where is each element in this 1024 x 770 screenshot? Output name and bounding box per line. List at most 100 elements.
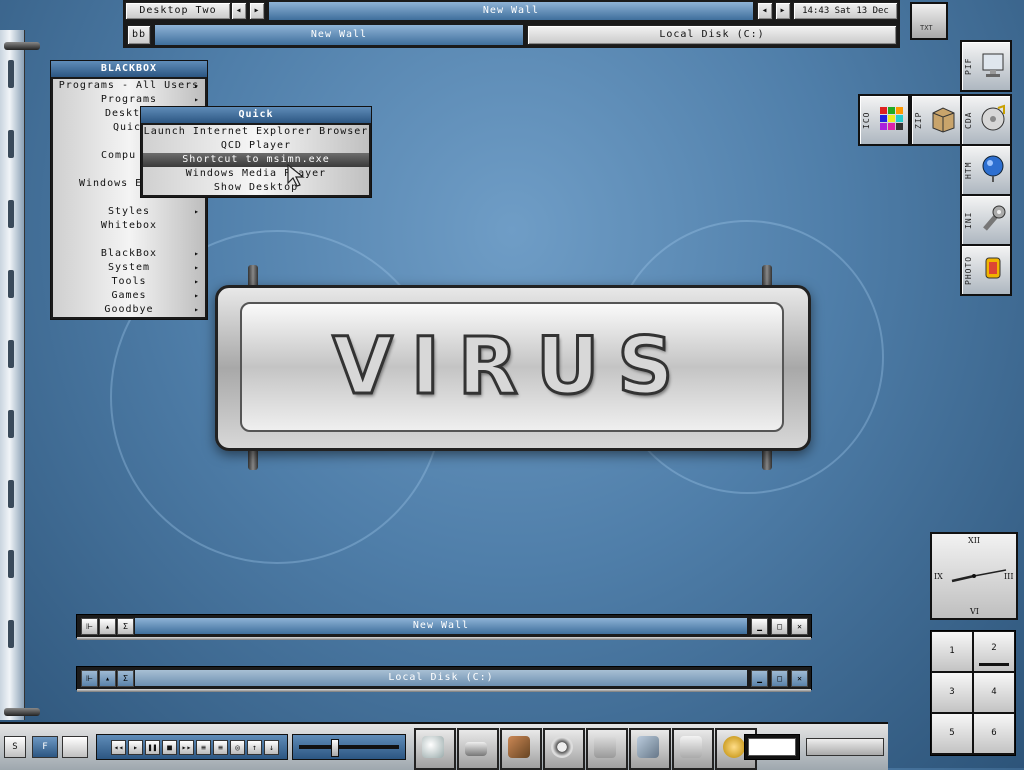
rail-slot bbox=[8, 270, 14, 298]
media-play-button[interactable]: ▸ bbox=[128, 740, 143, 755]
menu-item-msimn[interactable]: Shortcut to msimn.exe bbox=[143, 153, 369, 167]
rail-slot bbox=[8, 60, 14, 88]
window-menu-icon[interactable]: ⊩ bbox=[81, 670, 98, 687]
pager-desktop-3[interactable]: 3 bbox=[932, 673, 972, 712]
mouse-app-icon[interactable] bbox=[414, 728, 456, 770]
menu-item-label: Programs - All Users bbox=[58, 80, 200, 91]
media-repeat-button[interactable]: ◎ bbox=[230, 740, 245, 755]
toolbar-window-label[interactable]: New Wall bbox=[269, 2, 753, 20]
icon-label: ICO bbox=[862, 111, 871, 129]
workspace-prev-button[interactable]: ◂ bbox=[231, 2, 247, 20]
window-new-wall[interactable]: ⊩ ▴ Σ New Wall ▁ □ ✕ bbox=[76, 614, 812, 640]
menu-item-goodbye[interactable]: Goodbye ▸ bbox=[53, 303, 205, 317]
menu-item-label: BlackBox bbox=[100, 248, 158, 259]
f-button[interactable]: F bbox=[32, 736, 58, 758]
volume-slider[interactable] bbox=[292, 734, 406, 760]
bb-button[interactable]: bb bbox=[127, 25, 151, 45]
menu-item-games[interactable]: Games ▸ bbox=[53, 289, 205, 303]
color-grid-icon bbox=[880, 107, 903, 130]
task-button-local-disk[interactable]: Local Disk (C:) bbox=[527, 25, 897, 45]
menu-item-label: Programs bbox=[100, 94, 158, 105]
tools-app-icon[interactable] bbox=[500, 728, 542, 770]
workspace-next-button[interactable]: ▸ bbox=[249, 2, 265, 20]
media-up-button[interactable]: ↑ bbox=[247, 740, 262, 755]
ini-file-icon[interactable]: INI bbox=[960, 194, 1012, 246]
media-pause-button[interactable]: ❚❚ bbox=[145, 740, 160, 755]
txt-file-icon[interactable]: TXT bbox=[910, 2, 948, 40]
shade-button[interactable]: ▴ bbox=[99, 670, 116, 687]
cda-file-icon[interactable]: CDA bbox=[960, 94, 1012, 146]
workspace-label[interactable]: Desktop Two bbox=[125, 2, 231, 20]
close-button[interactable]: ✕ bbox=[791, 670, 808, 687]
drive-app-icon[interactable] bbox=[457, 728, 499, 770]
submenu-arrow-icon: ▸ bbox=[194, 81, 200, 90]
s-button[interactable]: S bbox=[4, 736, 26, 758]
photo-file-icon[interactable]: PHOTO bbox=[960, 244, 1012, 296]
media-stop-button[interactable]: ■ bbox=[162, 740, 177, 755]
htm-file-icon[interactable]: HTM bbox=[960, 144, 1012, 196]
pager-desktop-5[interactable]: 5 bbox=[932, 714, 972, 753]
task-button-new-wall[interactable]: New Wall bbox=[155, 25, 523, 45]
rail-slot bbox=[8, 410, 14, 438]
window-app-icon[interactable] bbox=[629, 728, 671, 770]
tray-display-screen bbox=[748, 738, 796, 756]
pif-file-icon[interactable]: PIF bbox=[960, 40, 1012, 92]
menu-item-whitebox[interactable]: Whitebox bbox=[53, 219, 205, 233]
maximize-button[interactable]: □ bbox=[771, 670, 788, 687]
film-app-icon[interactable] bbox=[543, 728, 585, 770]
menu-item-show-desktop[interactable]: Show Desktop bbox=[143, 181, 369, 195]
menu-item-launch-ie[interactable]: Launch Internet Explorer Browser bbox=[143, 125, 369, 139]
window-toggle-button[interactable] bbox=[62, 736, 88, 758]
menu-item-programs[interactable]: Programs ▸ bbox=[53, 93, 205, 107]
media-eq-button[interactable]: ≡ bbox=[213, 740, 228, 755]
window-menu-icon[interactable]: ⊩ bbox=[81, 618, 98, 635]
window-title[interactable]: Local Disk (C:) bbox=[135, 670, 747, 686]
tray-icons[interactable] bbox=[806, 738, 884, 756]
menu-item-label: Windows E bbox=[79, 178, 143, 189]
close-button[interactable]: ✕ bbox=[791, 618, 808, 635]
menu-item-windows-media-player[interactable]: Windows Media Player bbox=[143, 167, 369, 181]
menu-item-system[interactable]: System ▸ bbox=[53, 261, 205, 275]
pager-desktop-1[interactable]: 1 bbox=[932, 632, 972, 671]
rail-slot bbox=[8, 200, 14, 228]
window-next-button[interactable]: ▸ bbox=[775, 2, 791, 20]
menu-item-blackbox[interactable]: BlackBox ▸ bbox=[53, 247, 205, 261]
menu-item-tools[interactable]: Tools ▸ bbox=[53, 275, 205, 289]
submenu-arrow-icon: ▸ bbox=[194, 249, 200, 258]
submenu-arrow-icon: ▸ bbox=[194, 305, 200, 314]
sticky-button[interactable]: Σ bbox=[117, 670, 134, 687]
submenu-arrow-icon: ▸ bbox=[194, 207, 200, 216]
sticky-button[interactable]: Σ bbox=[117, 618, 134, 635]
menu-item-styles[interactable]: Styles ▸ bbox=[53, 205, 205, 219]
rail-slot bbox=[8, 550, 14, 578]
folder-app-icon[interactable] bbox=[586, 728, 628, 770]
zip-file-icon[interactable]: ZIP bbox=[910, 94, 962, 146]
menu-item-qcd-player[interactable]: QCD Player bbox=[143, 139, 369, 153]
media-down-button[interactable]: ↓ bbox=[264, 740, 279, 755]
maximize-button[interactable]: □ bbox=[771, 618, 788, 635]
window-local-disk[interactable]: ⊩ ▴ Σ Local Disk (C:) ▁ □ ✕ bbox=[76, 666, 812, 692]
media-rewind-button[interactable]: ◂◂ bbox=[111, 740, 126, 755]
icon-label: CDA bbox=[964, 111, 973, 129]
media-playlist-button[interactable]: ≡ bbox=[196, 740, 211, 755]
submenu-arrow-icon: ▸ bbox=[194, 277, 200, 286]
left-rail bbox=[0, 30, 25, 720]
logo-plate-inner: VIRUS bbox=[240, 302, 784, 432]
media-forward-button[interactable]: ▸▸ bbox=[179, 740, 194, 755]
pager-desktop-4[interactable]: 4 bbox=[974, 673, 1014, 712]
icon-label: PHOTO bbox=[964, 255, 973, 285]
toolbar-clock[interactable]: 14:43 Sat 13 Dec bbox=[793, 2, 898, 20]
pager-desktop-6[interactable]: 6 bbox=[974, 714, 1014, 753]
menu-item-programs-all-users[interactable]: Programs - All Users ▸ bbox=[53, 79, 205, 93]
menu-item-label: Goodbye bbox=[104, 304, 154, 315]
window-title[interactable]: New Wall bbox=[135, 618, 747, 634]
icon-label: INI bbox=[964, 211, 973, 229]
shade-button[interactable]: ▴ bbox=[99, 618, 116, 635]
volume-thumb[interactable] bbox=[331, 739, 339, 757]
ico-file-icon[interactable]: ICO bbox=[858, 94, 910, 146]
rail-bolt-bottom bbox=[4, 708, 40, 716]
cards-app-icon[interactable] bbox=[672, 728, 714, 770]
minimize-button[interactable]: ▁ bbox=[751, 618, 768, 635]
minimize-button[interactable]: ▁ bbox=[751, 670, 768, 687]
window-prev-button[interactable]: ◂ bbox=[757, 2, 773, 20]
